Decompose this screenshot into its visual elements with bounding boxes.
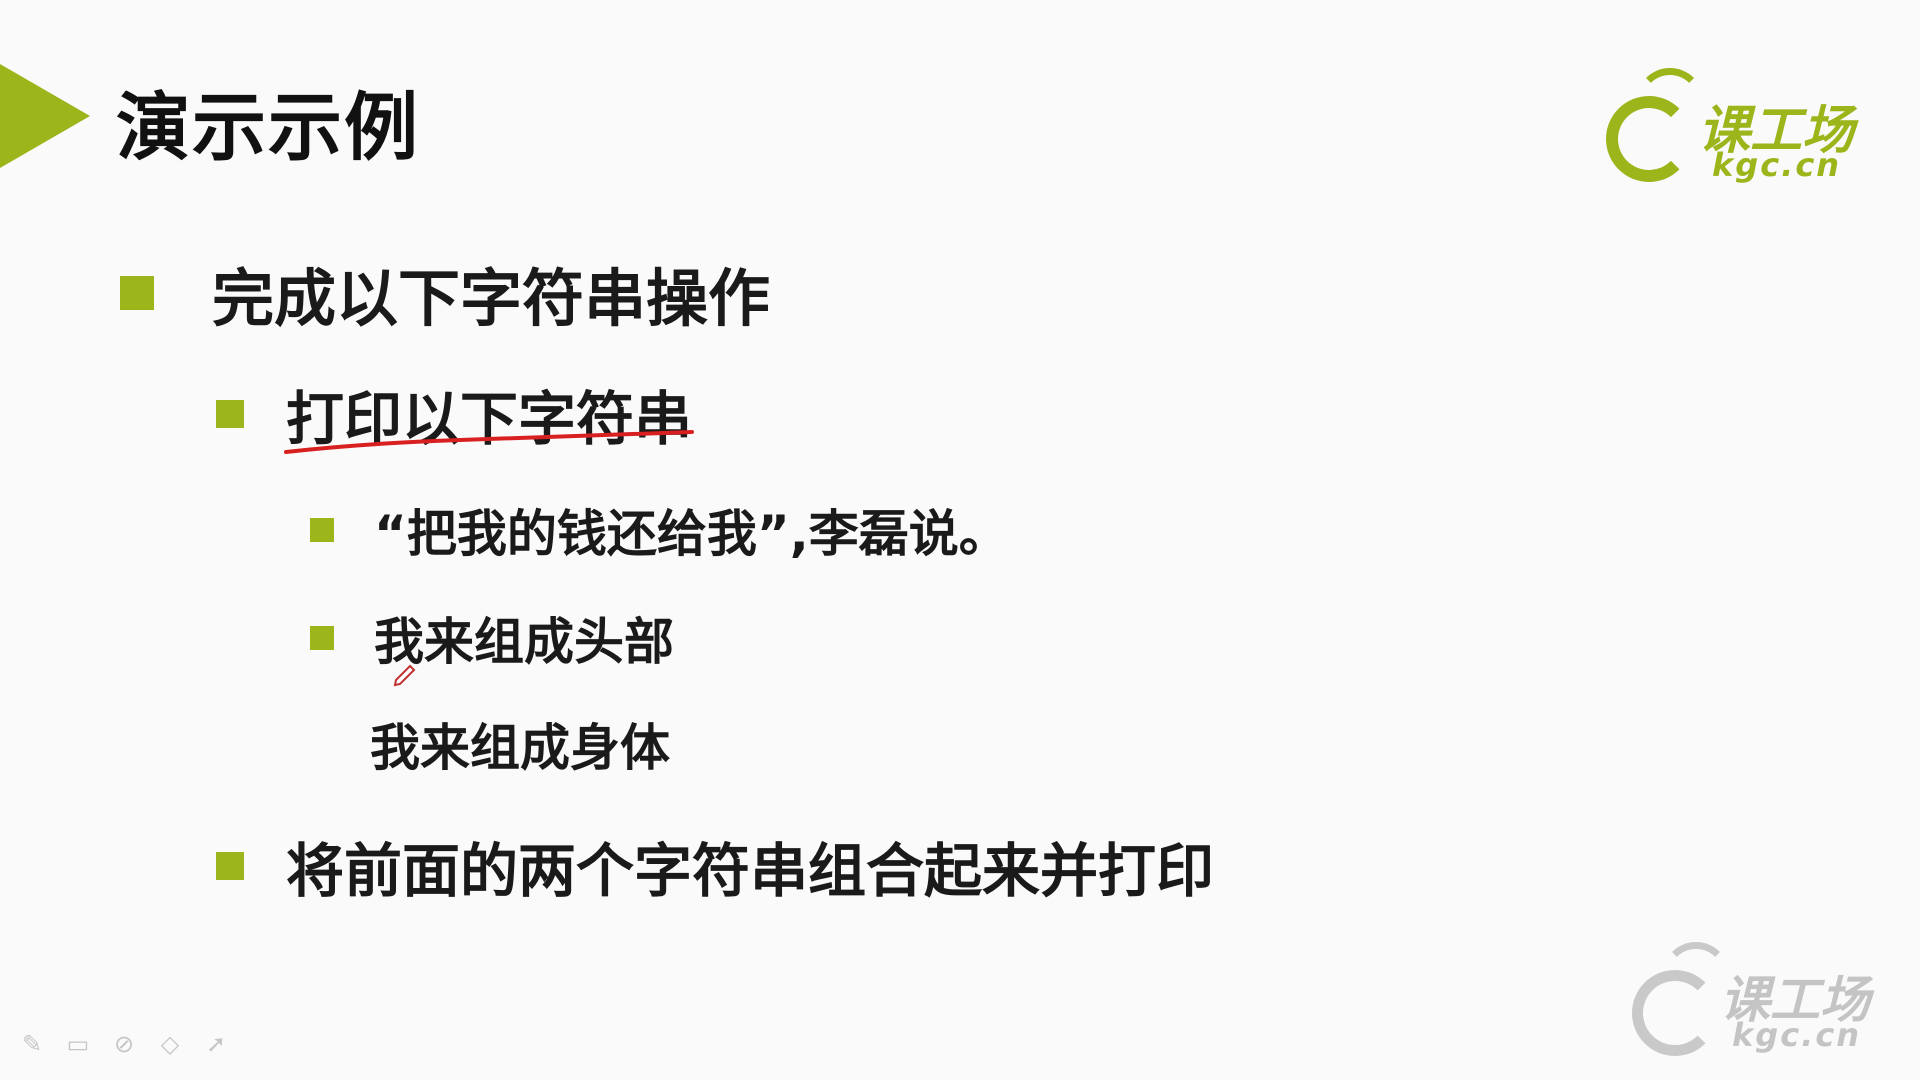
logo-top: 课工场 kgc.cn [1600,60,1880,190]
bullet-square-icon [310,626,334,650]
pen-icon[interactable]: ✎ [18,1030,46,1058]
bullet-1: 完成以下字符串操作 [120,248,770,338]
bullet-square-icon [310,518,334,542]
eraser-icon[interactable]: ⊘ [110,1030,138,1058]
pen-cursor-icon [393,664,416,687]
bullet-3: “把我的钱还给我”,李磊说。 [310,494,1009,566]
logo-watermark: 课工场 kgc.cn [1628,936,1898,1066]
red-underline-annotation [284,430,694,454]
pointer-icon[interactable]: ➚ [202,1030,230,1058]
bullet-3-text: “把我的钱还给我”,李磊说。 [374,505,1009,563]
bullet-1-text: 完成以下字符串操作 [212,262,771,335]
screen-icon[interactable]: ▭ [64,1030,92,1058]
logo-text-en: kgc.cn [1732,1016,1862,1054]
bullet-square-icon [120,276,154,310]
slide-title: 演示示例 [116,85,420,171]
highlighter-icon[interactable]: ◇ [156,1030,184,1058]
bullet-square-icon [216,400,244,428]
bullet-4-text: 我来组成头部 [374,613,674,671]
logo-signal-icon [1636,68,1704,136]
bullet-4-continuation: 我来组成身体 [370,719,670,777]
title-arrow-icon [0,64,90,168]
bullet-5-text: 将前面的两个字符串组合起来并打印 [286,837,1215,905]
bullet-4: 我来组成头部 [310,602,674,674]
slideshow-toolbar: ✎ ▭ ⊘ ◇ ➚ [18,1030,230,1058]
slide: 演示示例 课工场 kgc.cn 完成以下字符串操作 打印以下字符串 “把我的钱还… [0,0,1920,1080]
logo-text-en: kgc.cn [1712,146,1842,184]
bullet-5: 将前面的两个字符串组合起来并打印 [216,824,1214,908]
bullet-square-icon [216,852,244,880]
